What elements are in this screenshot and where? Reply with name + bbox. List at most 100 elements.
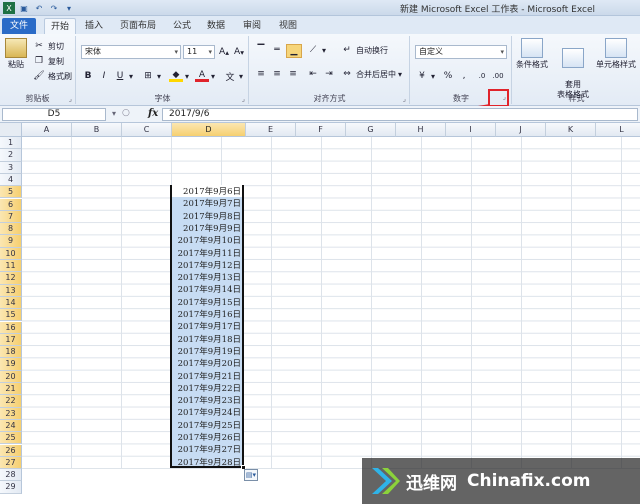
insert-function-button[interactable]: fx xyxy=(148,108,158,119)
font-launcher-icon[interactable]: ⌟ xyxy=(242,95,245,103)
row-header-13[interactable]: 13 xyxy=(0,284,22,297)
row-header-18[interactable]: 18 xyxy=(0,346,22,359)
column-header-h[interactable]: H xyxy=(396,123,446,137)
tab-formulas[interactable]: 公式 xyxy=(168,18,196,34)
cell-d19[interactable]: 2017年9月20日 xyxy=(171,358,243,370)
cell-d23[interactable]: 2017年9月24日 xyxy=(171,407,243,419)
increase-decimal-button[interactable]: .0 xyxy=(475,70,489,82)
column-header-k[interactable]: K xyxy=(546,123,596,137)
align-left-button[interactable]: ≡ xyxy=(254,68,268,80)
bold-button[interactable]: B xyxy=(81,70,95,82)
format-as-table-button[interactable]: 套用 表格格式 xyxy=(553,38,593,100)
row-header-17[interactable]: 17 xyxy=(0,333,22,347)
orientation-button[interactable]: ⟋ ▾ xyxy=(306,44,326,56)
column-header-b[interactable]: B xyxy=(72,123,122,137)
row-header-7[interactable]: 7 xyxy=(0,210,22,224)
borders-button[interactable]: ⊞ ▾ xyxy=(141,70,161,82)
cell-d5[interactable]: 2017年9月6日 xyxy=(171,186,243,198)
row-header-14[interactable]: 14 xyxy=(0,296,22,310)
phonetic-button[interactable]: 文 ▾ xyxy=(223,70,243,83)
row-header-4[interactable]: 4 xyxy=(0,173,22,187)
row-header-27[interactable]: 27 xyxy=(0,456,22,470)
save-icon[interactable]: ▣ xyxy=(18,2,30,14)
cell-d12[interactable]: 2017年9月13日 xyxy=(171,272,243,284)
cell-d18[interactable]: 2017年9月19日 xyxy=(171,346,243,358)
decrease-indent-button[interactable]: ⇤ xyxy=(306,68,320,80)
auto-fill-options-button[interactable]: ▤▾ xyxy=(244,469,258,481)
font-color-button[interactable]: A ▾ xyxy=(195,70,215,82)
row-header-19[interactable]: 19 xyxy=(0,358,22,371)
column-header-c[interactable]: C xyxy=(122,123,172,137)
cell-d7[interactable]: 2017年9月8日 xyxy=(171,211,243,223)
cell-d15[interactable]: 2017年9月16日 xyxy=(171,309,243,321)
cell-d10[interactable]: 2017年9月11日 xyxy=(171,248,243,260)
cell-d11[interactable]: 2017年9月12日 xyxy=(171,260,243,272)
shrink-font-button[interactable]: A ▾ xyxy=(232,46,246,58)
formula-input[interactable]: 2017/9/6 xyxy=(162,108,638,121)
cell-d13[interactable]: 2017年9月14日 xyxy=(171,284,243,296)
name-box-dropdown-icon[interactable]: ▾ xyxy=(112,109,116,118)
decrease-decimal-button[interactable]: .00 xyxy=(491,70,505,82)
row-header-23[interactable]: 23 xyxy=(0,407,22,420)
italic-button[interactable]: I xyxy=(97,70,111,82)
top-align-button[interactable]: ▔ xyxy=(254,44,268,56)
tab-view[interactable]: 视图 xyxy=(274,18,302,34)
format-painter-button[interactable]: 🖌 格式刷 xyxy=(32,70,72,82)
cut-button[interactable]: ✂ 剪切 xyxy=(32,40,64,52)
tab-review[interactable]: 审阅 xyxy=(238,18,266,34)
align-center-button[interactable]: ≡ xyxy=(270,68,284,80)
wrap-text-button[interactable]: ↵ 自动换行 xyxy=(340,44,388,56)
worksheet-grid[interactable] xyxy=(22,137,640,469)
name-box[interactable]: D5 xyxy=(2,108,106,121)
row-header-9[interactable]: 9 xyxy=(0,235,22,248)
redo-icon[interactable]: ↷ xyxy=(48,2,60,14)
cell-styles-button[interactable]: 单元格样式 xyxy=(593,38,639,70)
cell-d20[interactable]: 2017年9月21日 xyxy=(171,371,243,383)
number-format-select[interactable]: 自定义 ▾ xyxy=(415,45,507,59)
tab-home[interactable]: 开始 xyxy=(44,18,76,34)
middle-align-button[interactable]: ═ xyxy=(270,44,284,56)
row-header-29[interactable]: 29 xyxy=(0,481,22,494)
column-header-i[interactable]: I xyxy=(446,123,496,137)
align-right-button[interactable]: ≡ xyxy=(286,68,300,80)
cell-d24[interactable]: 2017年9月25日 xyxy=(171,420,243,432)
cell-d8[interactable]: 2017年9月9日 xyxy=(171,223,243,235)
tab-data[interactable]: 数据 xyxy=(202,18,230,34)
row-header-3[interactable]: 3 xyxy=(0,161,22,174)
row-header-15[interactable]: 15 xyxy=(0,309,22,322)
clipboard-launcher-icon[interactable]: ⌟ xyxy=(69,95,72,103)
merge-center-button[interactable]: ⇔ 合并后居中 ▾ xyxy=(340,68,402,80)
comma-button[interactable]: , xyxy=(457,70,471,82)
row-header-6[interactable]: 6 xyxy=(0,198,22,211)
cell-d14[interactable]: 2017年9月15日 xyxy=(171,297,243,309)
cell-d21[interactable]: 2017年9月22日 xyxy=(171,383,243,395)
select-all-corner[interactable] xyxy=(0,123,22,137)
row-header-8[interactable]: 8 xyxy=(0,223,22,236)
conditional-format-button[interactable]: 条件格式 xyxy=(513,38,551,70)
column-header-f[interactable]: F xyxy=(296,123,346,137)
copy-button[interactable]: ❐ 复制 xyxy=(32,55,64,67)
row-header-5[interactable]: 5 xyxy=(0,186,22,199)
cell-d6[interactable]: 2017年9月7日 xyxy=(171,198,243,210)
fill-color-button[interactable]: ◆ ▾ xyxy=(169,70,189,82)
grow-font-button[interactable]: A ▴ xyxy=(217,46,231,58)
row-header-2[interactable]: 2 xyxy=(0,149,22,162)
bottom-align-button[interactable]: ▁ xyxy=(286,44,302,58)
column-header-l[interactable]: L xyxy=(596,123,640,137)
underline-button[interactable]: U ▾ xyxy=(113,70,133,82)
row-header-22[interactable]: 22 xyxy=(0,395,22,408)
row-header-24[interactable]: 24 xyxy=(0,419,22,433)
cell-d22[interactable]: 2017年9月23日 xyxy=(171,395,243,407)
cell-d9[interactable]: 2017年9月10日 xyxy=(171,235,243,247)
row-header-26[interactable]: 26 xyxy=(0,444,22,457)
cell-d17[interactable]: 2017年9月18日 xyxy=(171,334,243,346)
row-header-28[interactable]: 28 xyxy=(0,469,22,482)
paste-button[interactable]: 粘贴 xyxy=(4,38,28,70)
expand-icon[interactable]: ○ xyxy=(122,108,130,118)
increase-indent-button[interactable]: ⇥ xyxy=(322,68,336,80)
cell-d27[interactable]: 2017年9月28日 xyxy=(171,457,243,469)
undo-icon[interactable]: ↶ xyxy=(33,2,45,14)
row-header-1[interactable]: 1 xyxy=(0,137,22,150)
customize-qat-icon[interactable]: ▾ xyxy=(63,2,75,14)
row-header-21[interactable]: 21 xyxy=(0,383,22,396)
